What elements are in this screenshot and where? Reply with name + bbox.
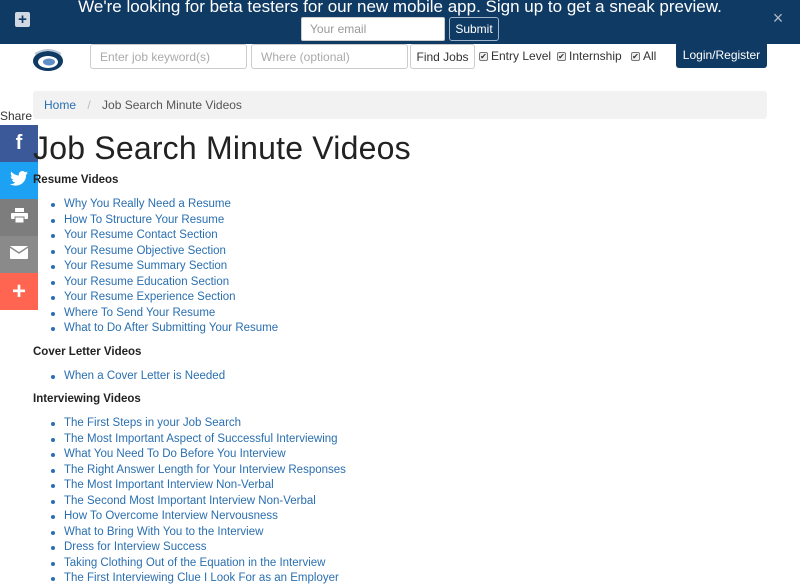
video-link[interactable]: The Second Most Important Interview Non-… [64,495,316,507]
login-register-button[interactable]: Login/Register [676,42,767,68]
resume-video-list: Why You Really Need a Resume How To Stru… [50,197,278,337]
email-share-button[interactable] [0,236,38,273]
filter-entry-level[interactable]: ✔ Entry Level [479,48,551,64]
list-item: What You Need To Do Before You Interview [50,447,346,463]
video-link[interactable]: The Right Answer Length for Your Intervi… [64,464,346,476]
filter-label: Internship [569,49,622,63]
video-link[interactable]: Your Resume Contact Section [64,229,218,241]
beta-email-input[interactable] [301,17,445,41]
video-link[interactable]: What to Do After Submitting Your Resume [64,322,278,334]
close-icon[interactable]: × [770,8,786,28]
list-item: When a Cover Letter is Needed [50,369,225,385]
video-link[interactable]: Dress for Interview Success [64,541,207,553]
list-item: Your Resume Objective Section [50,244,278,260]
video-link[interactable]: How To Structure Your Resume [64,214,224,226]
section-heading-interviewing: Interviewing Videos [33,393,141,405]
video-link[interactable]: Where To Send Your Resume [64,307,215,319]
video-link[interactable]: Your Resume Objective Section [64,245,226,257]
list-item: How To Overcome Interview Nervousness [50,509,346,525]
facebook-icon: f [15,132,23,154]
page-title: Job Search Minute Videos [33,130,411,166]
checkbox-checked-icon[interactable]: ✔ [631,51,640,61]
filter-label: Entry Level [491,49,552,63]
video-link[interactable]: The First Interviewing Clue I Look For a… [64,572,339,584]
filter-all[interactable]: ✔ All [631,48,656,64]
video-link[interactable]: What to Bring With You to the Interview [64,526,263,538]
interviewing-video-list: The First Steps in your Job Search The M… [50,416,346,587]
list-item: The Most Important Interview Non-Verbal [50,478,346,494]
list-item: Taking Clothing Out of the Equation in t… [50,556,346,572]
top-nav: Find Jobs ✔ Entry Level ✔ Internship ✔ A… [0,42,800,80]
filter-label: All [643,49,657,63]
list-item: Why You Really Need a Resume [50,197,278,213]
list-item: What to Do After Submitting Your Resume [50,321,278,337]
site-logo[interactable] [31,44,65,72]
share-label: Share [0,109,33,123]
list-item: What to Bring With You to the Interview [50,525,346,541]
breadcrumb: Home / Job Search Minute Videos [33,91,767,119]
video-link[interactable]: What You Need To Do Before You Interview [64,448,286,460]
list-item: The First Interviewing Clue I Look For a… [50,571,346,587]
video-link[interactable]: When a Cover Letter is Needed [64,370,225,382]
more-share-button[interactable]: + [0,273,38,310]
find-jobs-button[interactable]: Find Jobs [410,44,475,69]
list-item: The Most Important Aspect of Successful … [50,432,346,448]
beta-submit-button[interactable]: Submit [449,17,499,41]
video-link[interactable]: The Most Important Aspect of Successful … [64,433,338,445]
breadcrumb-separator: / [87,98,91,112]
filter-internship[interactable]: ✔ Internship [557,48,622,64]
video-link[interactable]: Your Resume Education Section [64,276,229,288]
job-keyword-input[interactable] [90,44,247,69]
list-item: Your Resume Experience Section [50,290,278,306]
envelope-icon [9,245,29,264]
location-input[interactable] [251,44,408,69]
beta-message: We're looking for beta testers for our n… [78,0,722,16]
video-link[interactable]: Taking Clothing Out of the Equation in t… [64,557,325,569]
twitter-bird-icon [10,170,28,191]
list-item: Your Resume Contact Section [50,228,278,244]
video-link[interactable]: The First Steps in your Job Search [64,417,241,429]
list-item: Dress for Interview Success [50,540,346,556]
section-heading-cover-letter: Cover Letter Videos [33,346,142,358]
section-heading-resume: Resume Videos [33,174,119,186]
list-item: The Second Most Important Interview Non-… [50,494,346,510]
video-link[interactable]: How To Overcome Interview Nervousness [64,510,278,522]
print-share-button[interactable] [0,199,38,236]
video-link[interactable]: Your Resume Summary Section [64,260,227,272]
video-link[interactable]: Your Resume Experience Section [64,291,236,303]
video-link[interactable]: The Most Important Interview Non-Verbal [64,479,274,491]
checkbox-checked-icon[interactable]: ✔ [479,51,488,61]
list-item: The First Steps in your Job Search [50,416,346,432]
list-item: How To Structure Your Resume [50,213,278,229]
list-item: Where To Send Your Resume [50,306,278,322]
plus-icon: + [11,277,26,305]
checkbox-checked-icon[interactable]: ✔ [557,51,566,61]
beta-banner: + We're looking for beta testers for our… [0,0,800,44]
breadcrumb-current: Job Search Minute Videos [102,98,242,112]
list-item: Your Resume Summary Section [50,259,278,275]
printer-icon [10,207,28,228]
cover-letter-video-list: When a Cover Letter is Needed [50,369,225,385]
list-item: Your Resume Education Section [50,275,278,291]
list-item: The Right Answer Length for Your Intervi… [50,463,346,479]
breadcrumb-home-link[interactable]: Home [44,98,76,112]
video-link[interactable]: Why You Really Need a Resume [64,198,231,210]
